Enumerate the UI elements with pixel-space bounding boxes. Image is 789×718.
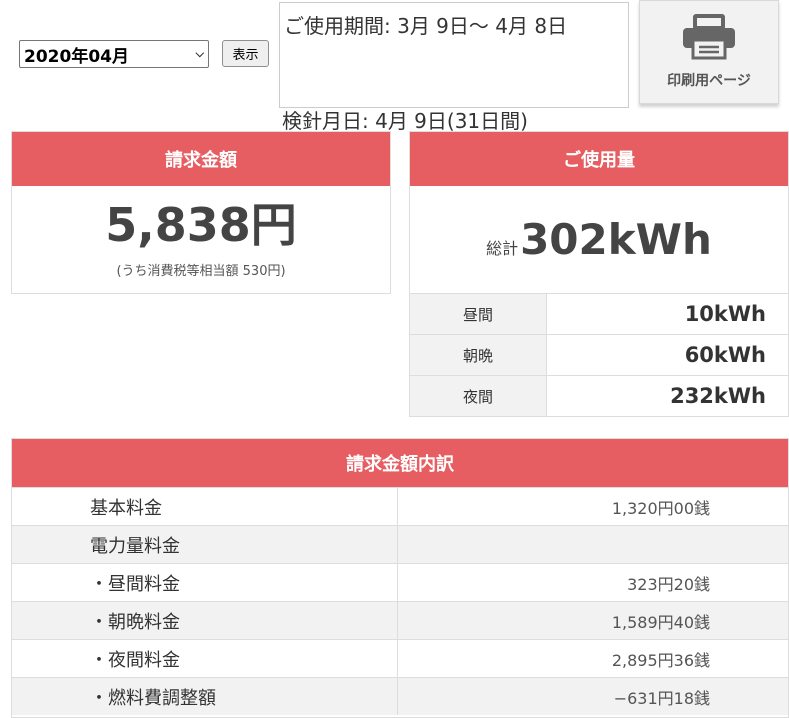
table-row: 電力量料金 xyxy=(12,525,788,564)
usage-total-value: 302kWh xyxy=(520,215,712,264)
usage-total: 総計 302kWh xyxy=(410,186,788,293)
table-row: ・燃料費調整額 −631円18銭 xyxy=(12,677,788,715)
printer-icon xyxy=(681,14,737,64)
usage-title: ご使用量 xyxy=(410,132,788,186)
print-page-button[interactable]: 印刷用ページ xyxy=(639,0,779,104)
usage-period: ご使用期間: 3月 9日〜 4月 8日 xyxy=(279,2,629,108)
breakdown-row-value: 1,589円40銭 xyxy=(397,601,788,640)
show-button[interactable]: 表示 xyxy=(222,40,269,67)
usage-row-value: 10kWh xyxy=(546,293,788,335)
month-select[interactable]: 2020年04月 ⌵ xyxy=(19,40,209,68)
breakdown-row-label: ・朝晩料金 xyxy=(12,601,398,640)
breakdown-row-value: 1,320円00銭 xyxy=(397,487,788,526)
breakdown-row-label: ・燃料費調整額 xyxy=(12,677,398,715)
table-row: 夜間 232kWh xyxy=(410,375,788,416)
breakdown-row-label: 基本料金 xyxy=(12,487,398,526)
usage-total-label: 総計 xyxy=(486,238,519,258)
billing-amount-value: 5,838円 xyxy=(105,198,297,252)
usage-row-label: 朝晩 xyxy=(410,334,547,376)
table-row: ・朝晩料金 1,589円40銭 xyxy=(12,601,788,640)
billing-breakdown-panel: 請求金額内訳 基本料金 1,320円00銭 電力量料金 ・昼間料金 323円20… xyxy=(11,438,789,718)
billing-breakdown-table: 基本料金 1,320円00銭 電力量料金 ・昼間料金 323円20銭 ・朝晩料金… xyxy=(12,487,788,715)
chevron-down-icon: ⌵ xyxy=(195,47,204,60)
breakdown-row-value: 2,895円36銭 xyxy=(397,639,788,678)
breakdown-row-label: ・夜間料金 xyxy=(12,639,398,678)
usage-panel: ご使用量 総計 302kWh 昼間 10kWh 朝晩 60kWh 夜間 232k… xyxy=(409,131,789,417)
billing-amount-panel: 請求金額 5,838円 (うち消費税等相当額 530円) xyxy=(11,131,391,294)
billing-amount-title: 請求金額 xyxy=(12,132,390,186)
usage-table: 昼間 10kWh 朝晩 60kWh 夜間 232kWh xyxy=(410,293,788,416)
breakdown-row-value xyxy=(397,525,788,564)
breakdown-row-value: −631円18銭 xyxy=(397,677,788,715)
table-row: 朝晩 60kWh xyxy=(410,334,788,376)
billing-breakdown-title: 請求金額内訳 xyxy=(12,439,788,487)
print-page-label: 印刷用ページ xyxy=(667,73,751,89)
breakdown-row-label: ・昼間料金 xyxy=(12,563,398,602)
table-row: 昼間 10kWh xyxy=(410,293,788,335)
breakdown-row-label: 電力量料金 xyxy=(12,525,398,564)
table-row: 基本料金 1,320円00銭 xyxy=(12,487,788,526)
tax-note: (うち消費税等相当額 530円) xyxy=(116,264,286,279)
breakdown-row-value: 323円20銭 xyxy=(397,563,788,602)
table-row: ・夜間料金 2,895円36銭 xyxy=(12,639,788,678)
usage-row-label: 昼間 xyxy=(410,293,547,335)
usage-row-value: 60kWh xyxy=(546,334,788,376)
usage-row-label: 夜間 xyxy=(410,375,547,416)
month-select-value: 2020年04月 xyxy=(24,46,129,67)
usage-row-value: 232kWh xyxy=(546,375,788,416)
table-row: ・昼間料金 323円20銭 xyxy=(12,563,788,602)
